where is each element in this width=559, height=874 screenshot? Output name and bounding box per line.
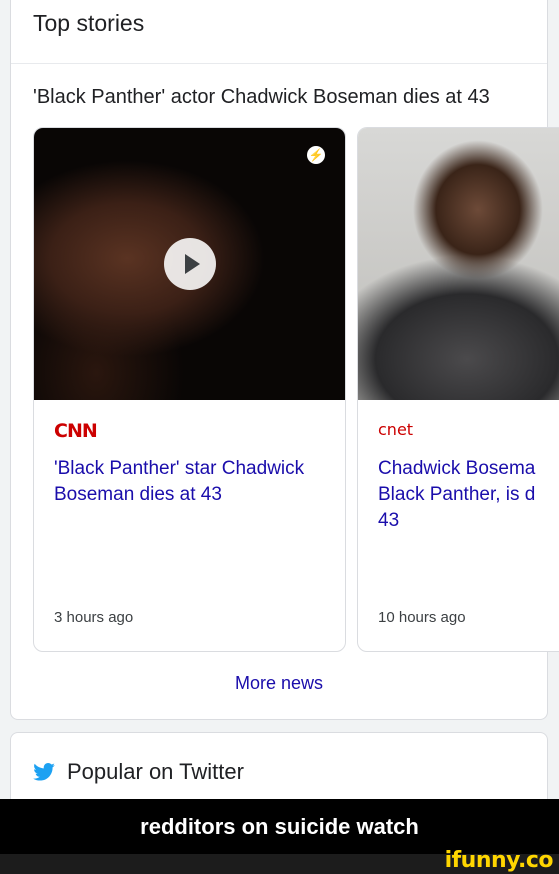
section-title: Top stories <box>33 10 145 36</box>
twitter-bird-icon <box>33 763 55 781</box>
source-logo-cnn: CNN <box>54 420 98 442</box>
more-news-link[interactable]: More news <box>11 673 547 694</box>
story-title[interactable]: Chadwick Bosema Black Panther, is d 43 <box>378 456 559 534</box>
story-timestamp: 10 hours ago <box>378 609 466 626</box>
story-thumbnail[interactable]: ⚡ <box>34 128 345 400</box>
ifunny-watermark: ifunny.co <box>444 848 554 873</box>
meme-caption: redditors on suicide watch <box>0 799 559 854</box>
story-title-line: 43 <box>378 510 400 531</box>
section-title[interactable]: Popular on Twitter <box>67 759 244 785</box>
story-title-line: Black Panther, is d <box>378 484 536 505</box>
story-title-line: Chadwick Bosema <box>378 458 536 479</box>
story-headline[interactable]: 'Black Panther' actor Chadwick Boseman d… <box>33 86 490 109</box>
story-timestamp: 3 hours ago <box>54 609 134 626</box>
lightning-bolt-icon: ⚡ <box>307 146 325 164</box>
play-button-icon[interactable] <box>164 238 216 290</box>
top-stories-card: Top stories 'Black Panther' actor Chadwi… <box>10 0 559 720</box>
source-logo-cnet: cnet <box>378 420 414 439</box>
news-card-cnet[interactable]: cnet Chadwick Bosema Black Panther, is d… <box>357 127 559 652</box>
news-card-cnn[interactable]: ⚡ CNN 'Black Panther' star Chadwick Bose… <box>33 127 346 652</box>
story-title[interactable]: 'Black Panther' star Chadwick Boseman di… <box>54 456 334 508</box>
story-thumbnail[interactable] <box>358 128 559 400</box>
divider <box>11 63 547 64</box>
